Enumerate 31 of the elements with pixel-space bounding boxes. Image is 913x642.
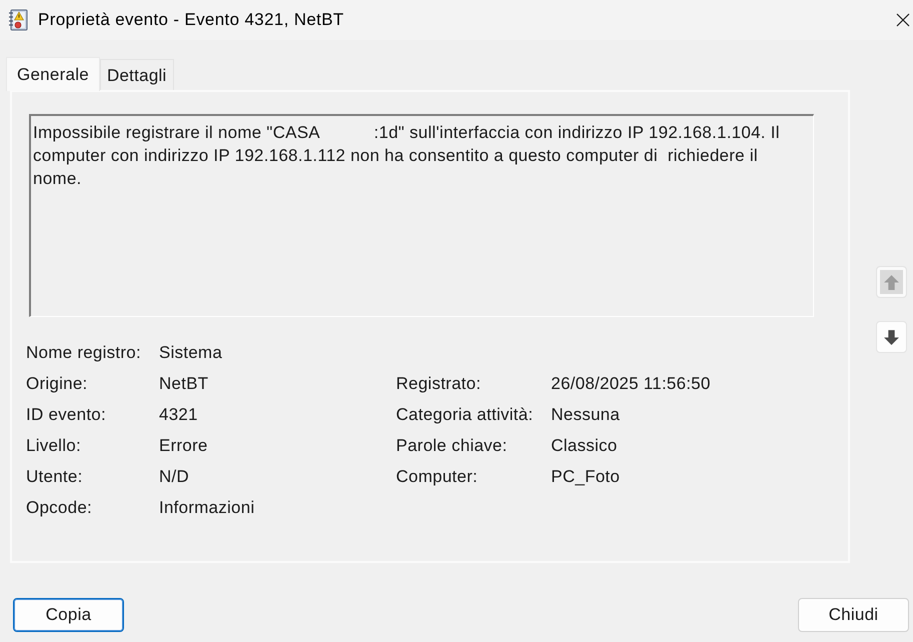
field-label: Computer: — [396, 466, 478, 486]
field-label: Opcode: — [26, 498, 92, 518]
field-label: Livello: — [26, 436, 81, 456]
down-arrow-icon — [883, 328, 900, 346]
field-label: Utente: — [26, 466, 83, 486]
dialog-button[interactable]: Copia — [13, 598, 124, 632]
field-value: Errore — [159, 436, 208, 456]
field-label: Parole chiave: — [396, 436, 508, 456]
field-value: Informazioni — [159, 498, 255, 518]
field-value: PC_Foto — [551, 466, 620, 486]
field-value: Nessuna — [551, 404, 620, 424]
window-title: Proprietà evento - Evento 4321, NetBT — [38, 10, 344, 30]
tab[interactable]: Generale — [6, 57, 100, 91]
field-label: Nome registro: — [26, 342, 141, 362]
dialog-button[interactable]: Chiudi — [798, 598, 909, 632]
tab[interactable]: Dettagli — [100, 59, 174, 90]
field-value: 4321 — [159, 404, 198, 424]
description-field[interactable]: Impossibile registrare il nome "CASA :1d" sull'interfaccia con indirizzo IP 192.168.1.104. Il computer con indirizzo IP 192.168.1.112 non ha consentito a questo computer di richiedere il nome. — [29, 114, 814, 317]
up-arrow-icon — [883, 274, 900, 290]
field-value: Sistema — [159, 342, 222, 362]
close-icon — [896, 13, 910, 27]
field-label: Registrato: — [396, 374, 481, 394]
field-value: Classico — [551, 436, 618, 456]
field-value: NetBT — [159, 374, 208, 394]
down-arrow-button[interactable] — [876, 321, 907, 353]
field-label: Categoria attività: — [396, 404, 534, 424]
field-value: N/D — [159, 466, 190, 486]
field-label: ID evento: — [26, 404, 106, 424]
field-label: Origine: — [26, 374, 88, 394]
field-value: 26/08/2025 11:56:50 — [551, 374, 710, 394]
notebook-icon — [8, 9, 28, 31]
